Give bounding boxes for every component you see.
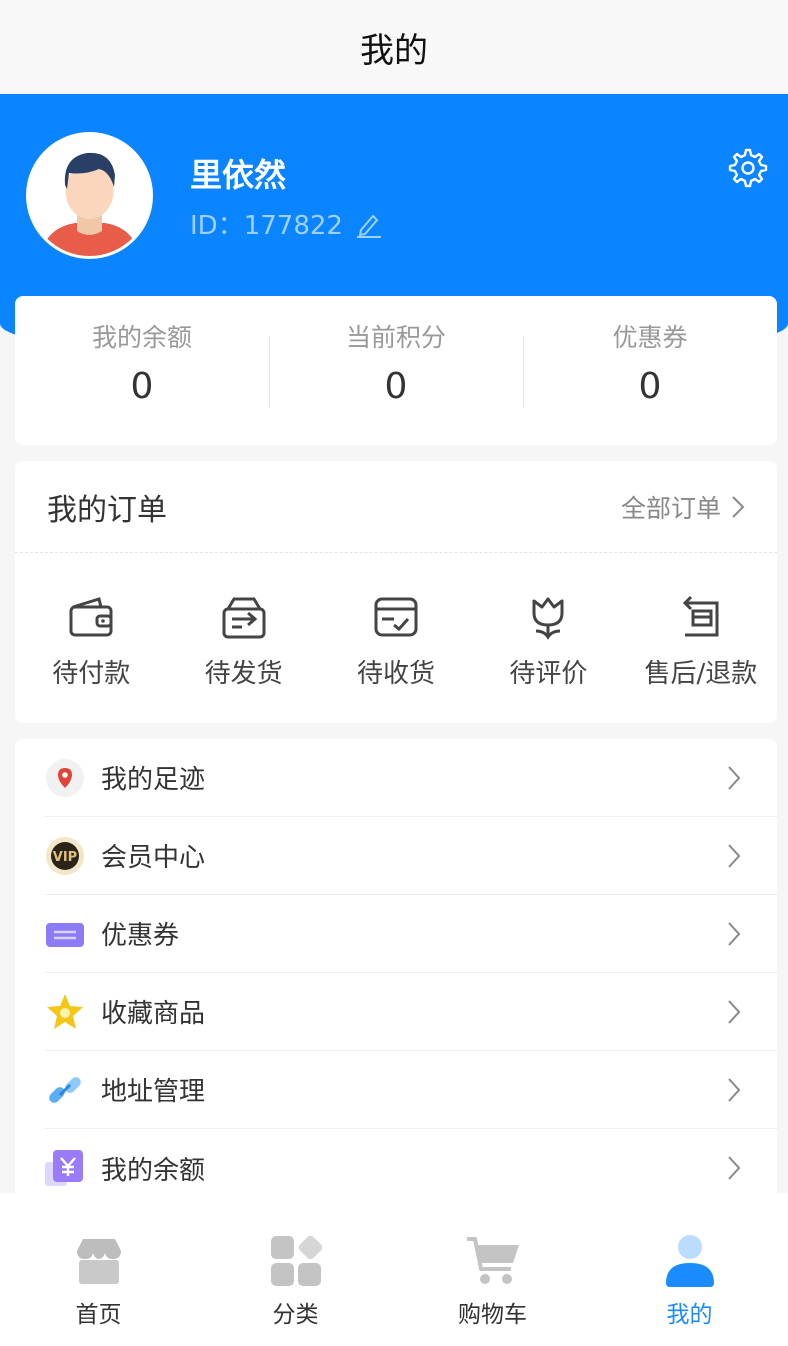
- tulip-icon: [532, 597, 564, 640]
- order-pending-review[interactable]: 待评价: [472, 591, 624, 690]
- tab-mine[interactable]: 我的: [591, 1193, 788, 1346]
- user-name: 里依然: [190, 156, 287, 194]
- box-check-icon: [374, 597, 418, 637]
- user-icon: [665, 1235, 714, 1287]
- page-title: 我的: [360, 30, 428, 71]
- menu-item-label: 优惠券: [101, 921, 180, 951]
- order-label: 待发货: [204, 659, 283, 689]
- order-label: 待收货: [357, 659, 436, 689]
- tab-label: 我的: [666, 1302, 713, 1328]
- stat-coupons[interactable]: 优惠券 0: [523, 296, 777, 445]
- stat-balance[interactable]: 我的余额 0: [15, 296, 269, 445]
- gear-icon[interactable]: [728, 148, 768, 188]
- menu-list: 我的足迹 VIP 会员中心 优惠券 收藏商品 地址管理 我的余额: [15, 739, 777, 1199]
- stat-label: 当前积分: [345, 323, 446, 352]
- stat-label: 优惠券: [612, 323, 688, 352]
- orders-card: 我的订单 全部订单 待付款 待发货 待收货 待评价 售后/退款: [15, 461, 777, 723]
- menu-item-balance[interactable]: 我的余额: [45, 1129, 777, 1199]
- star-icon: [45, 992, 85, 1032]
- tab-label: 首页: [75, 1302, 122, 1328]
- tab-cart[interactable]: 购物车: [394, 1193, 591, 1346]
- coupon-icon: [45, 914, 85, 954]
- menu-item-coupons[interactable]: 优惠券: [45, 895, 777, 973]
- user-id-row: ID：177822: [190, 205, 383, 242]
- chevron-right-icon: [732, 495, 745, 518]
- chevron-right-icon: [728, 766, 741, 790]
- chevron-right-icon: [728, 844, 741, 868]
- menu-item-label: 收藏商品: [101, 999, 206, 1029]
- tab-label: 分类: [272, 1302, 319, 1328]
- order-status-row: 待付款 待发货 待收货 待评价 售后/退款: [15, 553, 777, 690]
- menu-item-label: 地址管理: [101, 1077, 206, 1107]
- wallet-icon: [69, 597, 113, 637]
- order-after-sales[interactable]: 售后/退款: [625, 591, 777, 690]
- stat-value: 0: [638, 366, 662, 407]
- order-pending-payment[interactable]: 待付款: [15, 591, 167, 690]
- user-id: ID：177822: [190, 211, 343, 241]
- order-label: 待评价: [509, 659, 588, 689]
- menu-item-label: 我的足迹: [101, 765, 206, 795]
- return-box-icon: [682, 595, 719, 637]
- orders-header: 我的订单 全部订单: [15, 461, 777, 553]
- all-orders-label: 全部订单: [620, 493, 721, 523]
- order-label: 待付款: [52, 659, 131, 689]
- store-icon: [76, 1239, 121, 1284]
- tab-category[interactable]: 分类: [197, 1193, 394, 1346]
- chevron-right-icon: [728, 1000, 741, 1024]
- cart-icon: [466, 1237, 519, 1284]
- menu-item-label: 我的余额: [101, 1155, 206, 1186]
- top-bar: 我的: [0, 0, 788, 94]
- chevron-right-icon: [728, 1156, 741, 1180]
- chevron-right-icon: [728, 1078, 741, 1102]
- order-pending-shipment[interactable]: 待发货: [167, 591, 319, 690]
- link-icon: [45, 1070, 85, 1110]
- stat-value: 0: [130, 366, 154, 407]
- edit-icon[interactable]: [355, 210, 383, 238]
- avatar-illustration: [29, 135, 150, 256]
- order-label: 售后/退款: [644, 659, 758, 689]
- menu-item-favorites[interactable]: 收藏商品: [45, 973, 777, 1051]
- all-orders-link[interactable]: 全部订单: [621, 489, 745, 525]
- stat-points[interactable]: 当前积分 0: [269, 296, 523, 445]
- tab-home[interactable]: 首页: [0, 1193, 197, 1346]
- order-pending-receipt[interactable]: 待收货: [320, 591, 472, 690]
- stat-label: 我的余额: [91, 323, 192, 352]
- tab-label: 购物车: [458, 1302, 527, 1328]
- menu-item-membership[interactable]: VIP 会员中心: [45, 817, 777, 895]
- svg-text:VIP: VIP: [53, 850, 77, 865]
- orders-title: 我的订单: [47, 492, 167, 528]
- category-icon: [270, 1235, 322, 1286]
- yuan-icon: [45, 1148, 85, 1188]
- vip-icon: VIP: [45, 836, 85, 876]
- tab-bar: 首页 分类 购物车 我的: [0, 1193, 788, 1346]
- avatar[interactable]: [26, 132, 153, 259]
- stats-card: 我的余额 0 当前积分 0 优惠券 0: [15, 296, 777, 445]
- location-icon: [45, 758, 85, 798]
- menu-item-label: 会员中心: [101, 843, 206, 873]
- menu-item-address[interactable]: 地址管理: [45, 1051, 777, 1129]
- box-arrow-icon: [222, 597, 266, 639]
- stat-value: 0: [384, 366, 408, 407]
- menu-item-footprints[interactable]: 我的足迹: [45, 739, 777, 817]
- chevron-right-icon: [728, 922, 741, 946]
